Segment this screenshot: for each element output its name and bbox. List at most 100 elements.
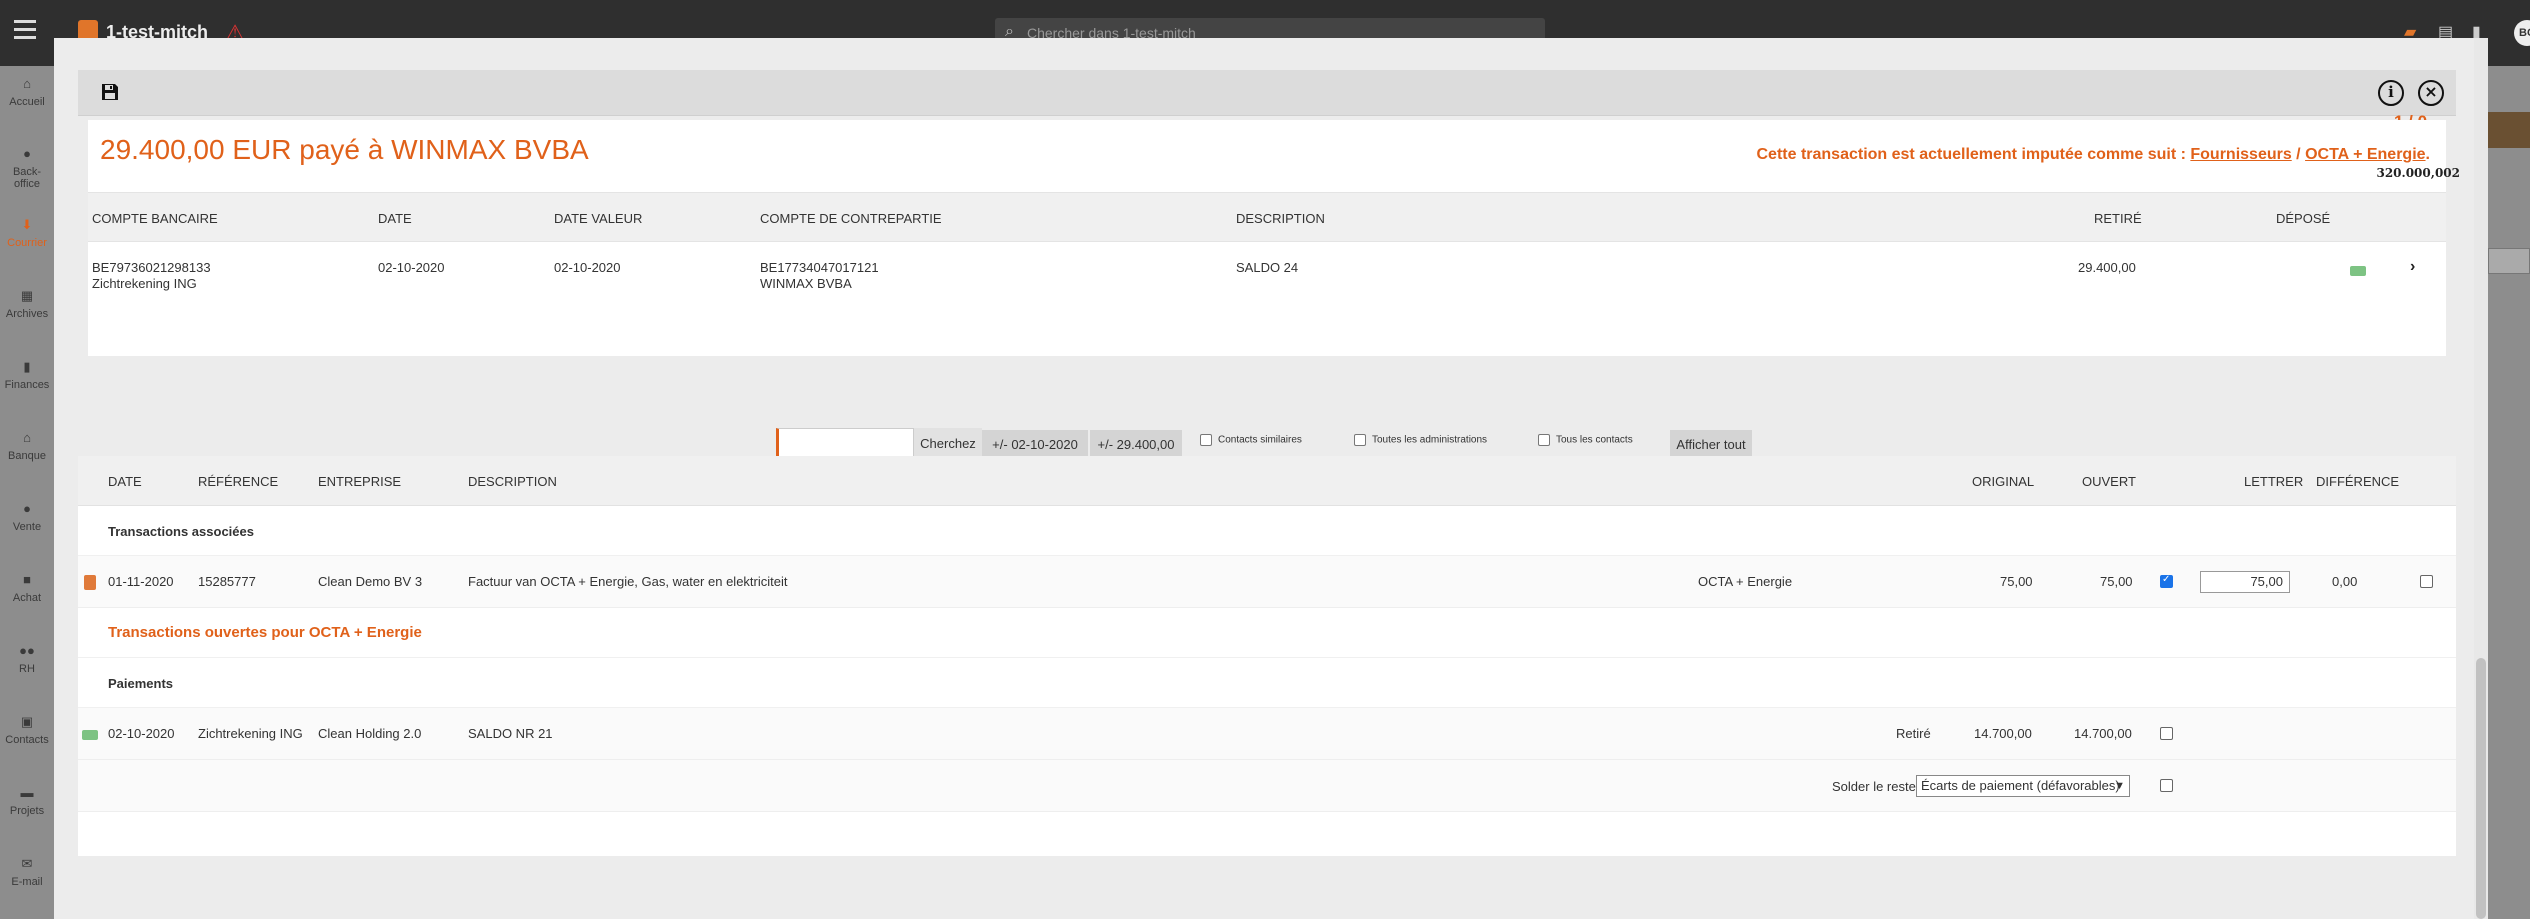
row-select-checkbox[interactable] xyxy=(2160,727,2173,740)
col-date: DATE xyxy=(378,211,412,226)
checkbox-contacts-similaires[interactable]: Contacts similaires xyxy=(1200,434,1302,446)
archives-icon: ▦ xyxy=(20,288,34,303)
nav-item-banque[interactable]: ⌂ Banque xyxy=(0,430,54,462)
transaction-description: SALDO 24 xyxy=(1236,260,1299,275)
chevron-down-icon: ▼ xyxy=(2114,780,2125,792)
people-icon: ●● xyxy=(19,643,35,658)
nav-item-archives[interactable]: ▦ Archives xyxy=(0,288,54,320)
menu-icon[interactable] xyxy=(14,20,44,44)
section-payments: Paiements xyxy=(78,658,2456,708)
cash-icon xyxy=(2350,266,2366,276)
th-lettrer: LETTRER xyxy=(2244,474,2304,489)
lettrer-amount-input[interactable]: 75,00 xyxy=(2200,571,2290,593)
row-entreprise: Clean Demo BV 3 xyxy=(318,574,423,589)
th-original: ORIGINAL xyxy=(1972,474,2035,489)
row-ouvert: 75,00 xyxy=(2100,574,2133,589)
row-reference: 15285777 xyxy=(198,574,256,589)
col-depose: DÉPOSÉ xyxy=(2276,211,2331,226)
nav-item-back-office[interactable]: ● Back-office xyxy=(0,146,54,190)
table-header: DATE RÉFÉRENCE ENTREPRISE DESCRIPTION OR… xyxy=(78,456,2456,506)
row-ouvert: 14.700,00 xyxy=(2074,726,2132,741)
transaction-retire: 29.400,00 xyxy=(2078,260,2136,275)
col-compte-bancaire: COMPTE BANCAIRE xyxy=(92,211,218,226)
nav-item-rh[interactable]: ●● RH xyxy=(0,643,54,675)
matching-table: DATE RÉFÉRENCE ENTREPRISE DESCRIPTION OR… xyxy=(78,456,2456,856)
nav-item-achat[interactable]: ■ Achat xyxy=(0,572,54,604)
save-icon[interactable] xyxy=(100,82,120,102)
info-icon[interactable]: i xyxy=(2378,80,2404,106)
counterparty-iban: BE17734047017121 xyxy=(760,260,879,275)
row-original: 14.700,00 xyxy=(1974,726,2032,741)
back-office-icon: ● xyxy=(23,146,31,161)
row-extra-checkbox[interactable] xyxy=(2420,575,2433,588)
transaction-modal: i × 1 / 0 29.400,00 EUR payé à WINMAX BV… xyxy=(54,38,2488,919)
row-select-checkbox[interactable] xyxy=(2160,574,2173,588)
close-icon[interactable]: × xyxy=(2418,80,2444,106)
transaction-row[interactable]: BE79736021298133 Zichtrekening ING 02-10… xyxy=(88,242,2446,356)
col-description: DESCRIPTION xyxy=(1236,211,1325,226)
imputation-text: Cette transaction est actuellement imput… xyxy=(1756,146,2430,164)
nav-item-projets[interactable]: ▬ Projets xyxy=(0,785,54,817)
checkbox-label: Tous les contacts xyxy=(1556,434,1633,446)
checkbox-toutes-administrations[interactable]: Toutes les administrations xyxy=(1354,434,1487,446)
imputation-separator: / xyxy=(2291,146,2306,163)
amount-overlay-text: 320.000,002 xyxy=(2376,166,2460,180)
col-contrepartie: COMPTE DE CONTREPARTIE xyxy=(760,211,942,226)
checkbox-tous-contacts[interactable]: Tous les contacts xyxy=(1538,434,1633,446)
transaction-date-valeur: 02-10-2020 xyxy=(554,260,621,275)
checkbox-box[interactable] xyxy=(1538,434,1550,446)
background-panel-header xyxy=(2488,112,2530,148)
table-row[interactable]: 02-10-2020 Zichtrekening ING Clean Holdi… xyxy=(78,708,2456,760)
th-entreprise: ENTREPRISE xyxy=(318,474,402,489)
page-title: 29.400,00 EUR payé à WINMAX BVBA xyxy=(100,134,589,165)
imputation-link-account[interactable]: OCTA + Energie xyxy=(2305,146,2425,163)
solder-checkbox[interactable] xyxy=(2160,779,2173,792)
invoice-icon xyxy=(84,575,96,590)
row-account: OCTA + Energie xyxy=(1698,574,1793,589)
avatar[interactable]: BC xyxy=(2514,20,2530,46)
bank-account-name: Zichtrekening ING xyxy=(92,276,197,291)
background-right-strip xyxy=(2488,66,2530,919)
sales-icon: ● xyxy=(23,501,31,516)
nav-item-vente[interactable]: ● Vente xyxy=(0,501,54,533)
modal-scrollbar-thumb[interactable] xyxy=(2476,658,2486,919)
solder-row: Solder le reste Écarts de paiement (défa… xyxy=(78,760,2456,812)
imputation-link-fournisseurs[interactable]: Fournisseurs xyxy=(2190,146,2291,163)
row-difference: 0,00 xyxy=(2332,574,2358,589)
row-description: Factuur van OCTA + Energie, Gas, water e… xyxy=(468,574,788,589)
table-row[interactable]: 01-11-2020 15285777 Clean Demo BV 3 Fact… xyxy=(78,556,2456,608)
bank-icon: ⌂ xyxy=(23,430,31,445)
transaction-header-row: COMPTE BANCAIRE DATE DATE VALEUR COMPTE … xyxy=(88,192,2446,242)
row-original: 75,00 xyxy=(2000,574,2033,589)
chart-icon: ▮ xyxy=(23,359,31,374)
transaction-date: 02-10-2020 xyxy=(378,260,445,275)
transaction-card: 29.400,00 EUR payé à WINMAX BVBA Cette t… xyxy=(88,120,2460,356)
checkbox-box[interactable] xyxy=(1200,434,1212,446)
home-icon: ⌂ xyxy=(23,76,31,91)
solder-select[interactable]: Écarts de paiement (défavorables) ▼ xyxy=(1916,775,2130,797)
chevron-right-icon[interactable]: › xyxy=(2410,258,2415,276)
th-date: DATE xyxy=(108,474,142,489)
th-difference: DIFFÉRENCE xyxy=(2316,474,2400,489)
nav-item-email[interactable]: ✉ E-mail xyxy=(0,856,54,888)
left-navigation: ⌂ Accueil ● Back-office ⬇ Courrier ▦ Archive… xyxy=(0,66,54,919)
contacts-icon: ▣ xyxy=(20,714,34,729)
nav-item-accueil[interactable]: ⌂ Accueil xyxy=(0,76,54,108)
row-entreprise: Clean Holding 2.0 xyxy=(318,726,422,741)
section-title: Paiements xyxy=(108,676,174,691)
background-select xyxy=(2488,248,2530,274)
nav-item-courrier[interactable]: ⬇ Courrier xyxy=(0,217,54,249)
section-associated: Transactions associées xyxy=(78,506,2456,556)
nav-item-contacts[interactable]: ▣ Contacts xyxy=(0,714,54,746)
truck-icon: ■ xyxy=(23,572,31,587)
th-ouvert: OUVERT xyxy=(2082,474,2136,489)
solder-select-value: Écarts de paiement (défavorables) xyxy=(1921,778,2120,793)
section-title: Transactions ouvertes pour OCTA + Energi… xyxy=(108,624,422,641)
th-reference: RÉFÉRENCE xyxy=(198,474,279,489)
cash-icon xyxy=(82,730,98,740)
nav-item-finances[interactable]: ▮ Finances xyxy=(0,359,54,391)
solder-label: Solder le reste xyxy=(1832,779,1916,794)
checkbox-box[interactable] xyxy=(1354,434,1366,446)
checkbox-label: Contacts similaires xyxy=(1218,434,1302,446)
row-direction: Retiré xyxy=(1896,726,1931,741)
